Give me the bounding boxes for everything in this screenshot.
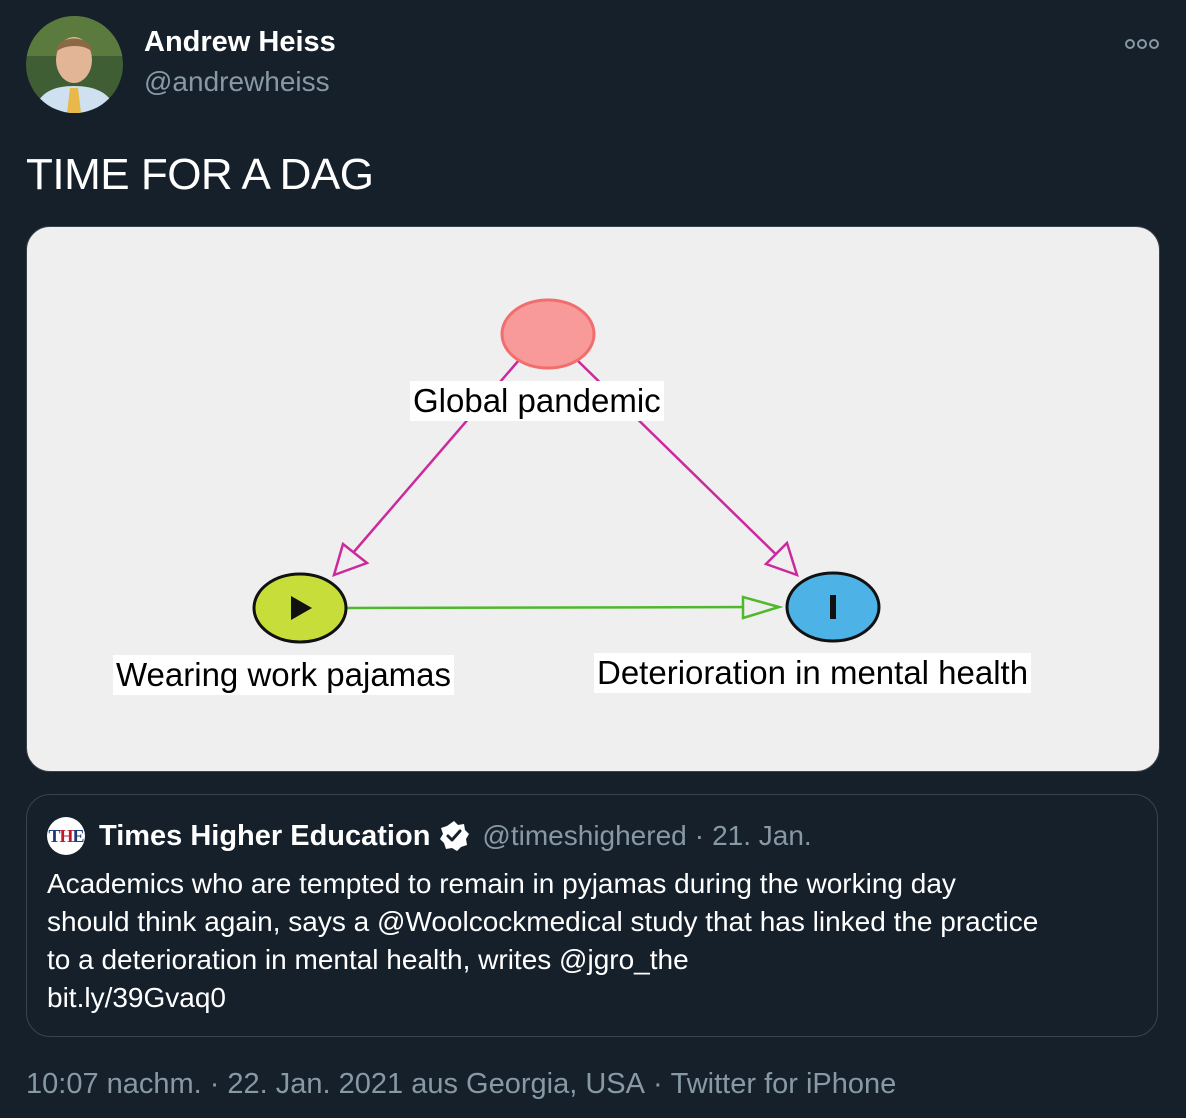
author-handle[interactable]: @andrewheiss: [144, 66, 330, 98]
label-deterioration-mental-health: Deterioration in mental health: [594, 653, 1032, 693]
edge-pajamas-to-mental: [346, 605, 780, 610]
tweet-media-image[interactable]: Global pandemic Wearing work pajamas Det…: [26, 226, 1160, 772]
edge-pajamas-to-mental-arrowhead: [741, 595, 784, 620]
footer-dot: ·: [652, 1068, 663, 1100]
times-higher-education-logo: THE: [47, 817, 85, 855]
label-wearing-work-pajamas: Wearing work pajamas: [113, 655, 455, 695]
label-global-pandemic: Global pandemic: [410, 381, 664, 421]
quoted-tweet[interactable]: THE Times Higher Education @timeshighere…: [26, 794, 1158, 1037]
avatar[interactable]: [26, 16, 123, 113]
quoted-text-line: to a deterioration in mental health, wri…: [47, 944, 689, 975]
outcome-bar-icon: [830, 595, 836, 619]
more-dots-icon[interactable]: [1122, 36, 1162, 52]
tweet-time[interactable]: 10:07 nachm.: [26, 1068, 202, 1100]
quoted-date: 21. Jan.: [712, 820, 812, 851]
tweet-source[interactable]: Twitter for iPhone: [671, 1068, 897, 1100]
avatar-image: [26, 16, 123, 113]
quoted-tweet-header: THE Times Higher Education @timeshighere…: [47, 817, 812, 855]
quoted-tweet-text: Academics who are tempted to remain in p…: [47, 865, 1147, 1017]
quoted-text-line: Academics who are tempted to remain in p…: [47, 868, 956, 899]
edge-pandemic-to-pajamas-arrowhead: [332, 541, 370, 578]
tweet-date-location[interactable]: 22. Jan. 2021 aus Georgia, USA: [227, 1068, 645, 1100]
tweet-text: TIME FOR A DAG: [26, 150, 374, 199]
quoted-author-handle: @timeshighered: [482, 820, 687, 851]
quoted-separator: ·: [694, 820, 705, 851]
footer-dot: ·: [209, 1068, 220, 1100]
quoted-link[interactable]: bit.ly/39Gvaq0: [47, 979, 1147, 1017]
tweet-metadata: 10:07 nachm. · 22. Jan. 2021 aus Georgia, …: [26, 1068, 896, 1101]
node-pandemic: [500, 298, 596, 370]
author-name[interactable]: Andrew Heiss: [144, 26, 336, 59]
verified-badge-icon: [440, 821, 470, 851]
quoted-author-name: Times Higher Education: [99, 819, 431, 852]
quoted-text-line: should think again, says a @Woolcockmedi…: [47, 906, 1039, 937]
